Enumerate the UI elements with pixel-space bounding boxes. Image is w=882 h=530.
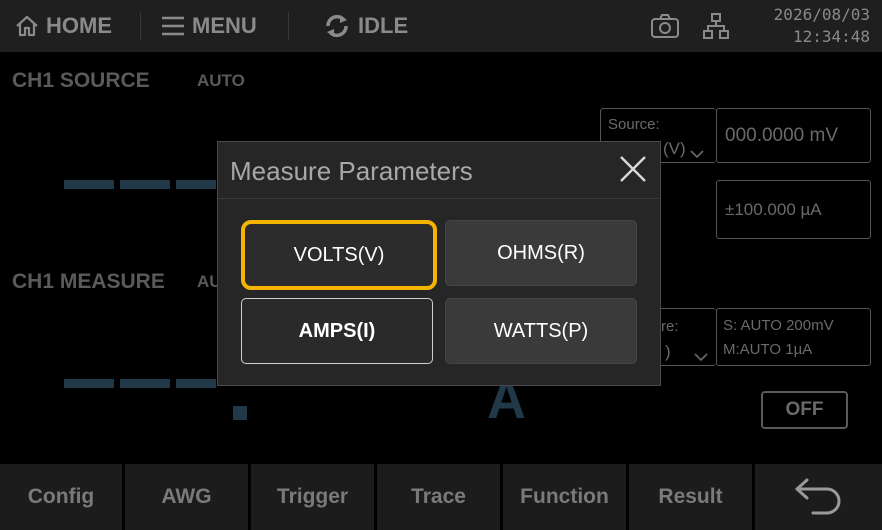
output-toggle-button[interactable]: OFF [761, 391, 848, 429]
source-level-field[interactable]: 000.0000 mV [716, 108, 871, 163]
measure-value-digit [120, 379, 170, 388]
source-value-digit [176, 180, 216, 189]
chevron-down-icon [690, 144, 704, 164]
watts-option[interactable]: WATTS(P) [445, 298, 637, 364]
screenshot-button[interactable] [650, 0, 686, 52]
range-label: re: [661, 318, 679, 335]
range-display[interactable]: S: AUTO 200mV M:AUTO 1µA [716, 308, 871, 366]
close-icon [618, 156, 648, 188]
awg-button[interactable]: AWG [125, 464, 248, 530]
network-button[interactable] [702, 0, 736, 52]
range-source: S: AUTO 200mV [723, 317, 834, 334]
range-value: ) [665, 342, 671, 361]
measure-value-digit [64, 379, 114, 388]
measure-parameters-dialog: Measure Parameters VOLTS(V) OHMS(R) AMPS… [217, 141, 661, 386]
home-label: HOME [46, 13, 112, 38]
menu-button[interactable]: MENU [160, 0, 257, 52]
top-bar: HOME MENU IDLE 2026/08/03 12:34:48 [0, 0, 882, 52]
datetime: 2026/08/03 12:34:48 [774, 4, 870, 48]
source-title: CH1 SOURCE [12, 69, 150, 92]
camera-icon [650, 13, 680, 39]
bottom-bar: Config AWG Trigger Trace Function Result [0, 462, 882, 530]
home-icon [14, 13, 40, 39]
divider [288, 12, 289, 40]
source-type-label: Source: [608, 116, 660, 133]
menu-label: MENU [192, 13, 257, 38]
config-button[interactable]: Config [0, 464, 122, 530]
range-measure: M:AUTO 1µA [723, 341, 813, 358]
measure-decimal-point [233, 406, 247, 420]
source-value-digit [120, 180, 170, 189]
source-value-digit [64, 180, 114, 189]
amps-option[interactable]: AMPS(I) [241, 298, 433, 364]
back-icon [793, 472, 845, 522]
run-status[interactable]: IDLE [322, 0, 408, 52]
source-limit-field[interactable]: ±100.000 µA [716, 180, 871, 239]
source-type-value: (V) [663, 139, 686, 158]
back-button[interactable] [755, 464, 882, 530]
date: 2026/08/03 [773, 5, 870, 24]
result-button[interactable]: Result [629, 464, 752, 530]
measure-title: CH1 MEASURE [12, 270, 165, 293]
home-button[interactable]: HOME [14, 0, 112, 52]
close-button[interactable] [618, 154, 648, 184]
source-mode: AUTO [197, 71, 245, 90]
divider [140, 12, 141, 40]
volts-option[interactable]: VOLTS(V) [241, 220, 437, 290]
network-icon [702, 12, 730, 40]
chevron-down-icon [694, 347, 708, 367]
dialog-title: Measure Parameters [230, 156, 473, 186]
function-button[interactable]: Function [503, 464, 626, 530]
measure-value-digit [176, 379, 216, 388]
time: 12:34:48 [792, 27, 870, 46]
refresh-icon [322, 11, 352, 41]
trace-button[interactable]: Trace [377, 464, 500, 530]
menu-icon [160, 15, 186, 37]
status-label: IDLE [358, 13, 409, 38]
trigger-button[interactable]: Trigger [251, 464, 374, 530]
dialog-header: Measure Parameters [218, 142, 660, 199]
ohms-option[interactable]: OHMS(R) [445, 220, 637, 286]
